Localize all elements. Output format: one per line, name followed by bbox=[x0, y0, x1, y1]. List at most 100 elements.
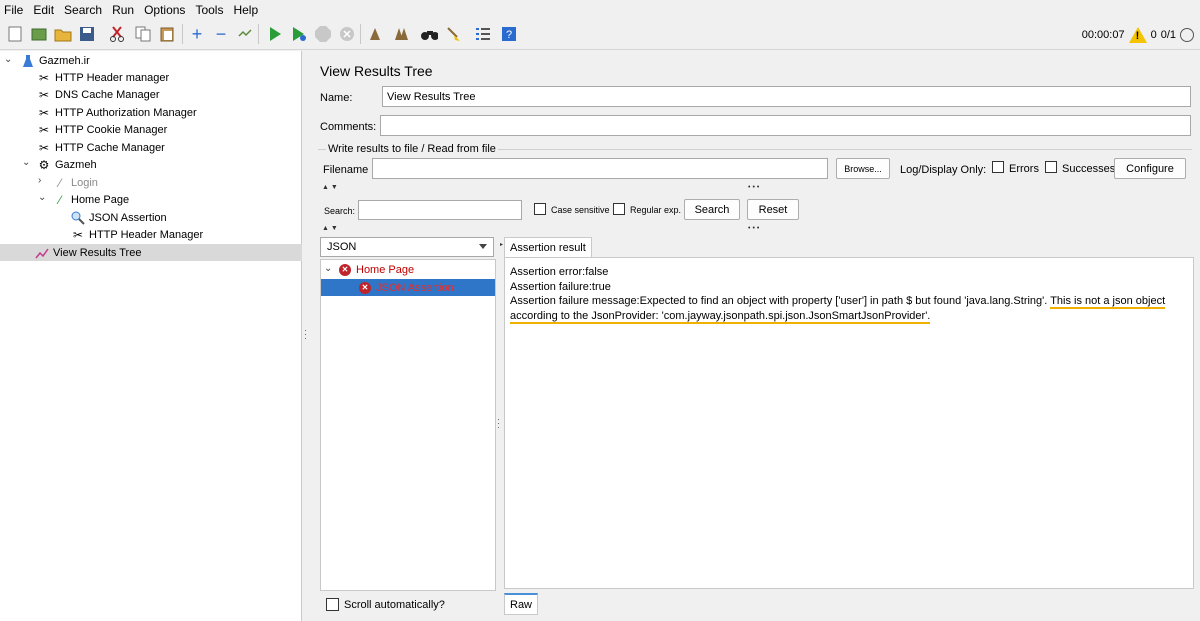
menu-file[interactable]: File bbox=[4, 3, 23, 17]
pipette-icon: ⁄ bbox=[58, 192, 61, 207]
cut-icon[interactable] bbox=[108, 25, 126, 43]
error-shield-icon: ✕ bbox=[359, 281, 371, 294]
write-results-group-label: Write results to file / Read from file bbox=[326, 143, 498, 155]
name-field[interactable]: View Results Tree bbox=[382, 86, 1191, 107]
tree-item-cookie[interactable]: ✂ HTTP Cookie Manager bbox=[36, 121, 167, 138]
tree-item-label: HTTP Authorization Manager bbox=[55, 106, 197, 119]
remote-globe-icon[interactable] bbox=[1180, 27, 1194, 42]
tree-item-view-results-tree[interactable]: View Results Tree bbox=[0, 244, 302, 261]
chevron-down-icon[interactable]: ⌄ bbox=[22, 157, 30, 168]
tree-item-json-assertion[interactable]: JSON Assertion bbox=[70, 209, 167, 226]
test-plan-tree: ⌄ Gazmeh.ir ✂ HTTP Header manager ✂ DNS Ca… bbox=[0, 51, 302, 621]
result-home-page[interactable]: ✕ Home Page bbox=[339, 261, 414, 278]
tree-item-thread-group[interactable]: ⚙ Gazmeh bbox=[36, 156, 97, 173]
case-sensitive-checkbox[interactable] bbox=[534, 203, 546, 215]
tree-item-label: Home Page bbox=[71, 193, 130, 206]
filename-input[interactable] bbox=[372, 158, 828, 179]
chevron-down-icon[interactable]: ⌄ bbox=[4, 54, 12, 65]
clear-all-icon[interactable] bbox=[392, 25, 410, 43]
expand-icon[interactable]: + bbox=[188, 24, 206, 44]
menu-tools[interactable]: Tools bbox=[195, 3, 223, 17]
browse-button[interactable]: Browse... bbox=[836, 158, 890, 179]
collapse-icon[interactable]: − bbox=[212, 24, 230, 44]
menu-help[interactable]: Help bbox=[233, 3, 258, 17]
help-icon[interactable]: ? bbox=[500, 25, 518, 43]
tree-item-login[interactable]: ⁄ Login bbox=[52, 174, 98, 191]
warning-icon[interactable] bbox=[1128, 26, 1147, 43]
tree-item-home-page[interactable]: ⁄ Home Page bbox=[52, 191, 129, 208]
toolbar-separator bbox=[182, 24, 183, 44]
collapse-arrows-icon[interactable]: ▲▼ bbox=[322, 225, 340, 232]
tree-item-header-manager[interactable]: ✂ HTTP Header manager bbox=[36, 69, 169, 86]
assertion-result-content: Assertion error:false Assertion failure:… bbox=[504, 257, 1194, 589]
binoculars-icon[interactable] bbox=[420, 25, 438, 43]
menu-run[interactable]: Run bbox=[112, 3, 134, 17]
magnifier-icon bbox=[70, 210, 86, 226]
tree-item-label: View Results Tree bbox=[53, 246, 142, 259]
open-icon[interactable] bbox=[54, 25, 72, 43]
errors-label: Errors bbox=[1009, 163, 1039, 175]
toggle-icon[interactable] bbox=[236, 25, 254, 43]
gear-icon: ⚙ bbox=[38, 157, 50, 172]
search-input[interactable] bbox=[358, 200, 522, 220]
chevron-down-icon[interactable]: ⌄ bbox=[324, 263, 332, 274]
menu-edit[interactable]: Edit bbox=[33, 3, 54, 17]
wrench-icon: ✂ bbox=[38, 70, 50, 85]
scroll-auto-checkbox[interactable] bbox=[326, 598, 339, 611]
assertion-message-text: Assertion failure message:Expected to fi… bbox=[510, 295, 1048, 307]
function-list-icon[interactable] bbox=[474, 25, 492, 43]
toolbar-separator bbox=[258, 24, 259, 44]
status-area: 00:00:07 0 0/1 bbox=[1082, 19, 1200, 50]
chevron-down-icon[interactable]: ⌄ bbox=[38, 192, 46, 203]
wrench-icon: ✂ bbox=[38, 105, 50, 120]
tree-item-cache[interactable]: ✂ HTTP Cache Manager bbox=[36, 139, 165, 156]
start-icon[interactable] bbox=[266, 25, 284, 43]
sample-results-tree: ⌄ ✕ Home Page ✕ JSON Assertion bbox=[320, 259, 496, 591]
pipette-icon: ⁄ bbox=[58, 175, 61, 190]
tree-item-label: HTTP Header manager bbox=[55, 71, 170, 84]
result-json-assertion[interactable]: ✕ JSON Assertion bbox=[321, 279, 495, 296]
tree-item-root[interactable]: Gazmeh.ir bbox=[20, 52, 90, 69]
errors-checkbox[interactable] bbox=[992, 161, 1004, 173]
search-button[interactable]: Search bbox=[684, 199, 740, 220]
menu-search[interactable]: Search bbox=[64, 3, 102, 17]
tree-item-authorization[interactable]: ✂ HTTP Authorization Manager bbox=[36, 104, 197, 121]
case-sensitive-label: Case sensitive bbox=[551, 205, 610, 215]
chevron-right-icon[interactable]: › bbox=[38, 175, 41, 186]
splitter-dots-icon[interactable]: ••• bbox=[748, 184, 761, 191]
assertion-message-line: Assertion failure message:Expected to fi… bbox=[510, 294, 1166, 309]
clear-icon[interactable] bbox=[366, 25, 384, 43]
successes-checkbox[interactable] bbox=[1045, 161, 1057, 173]
tab-raw[interactable]: Raw bbox=[504, 593, 539, 615]
menu-options[interactable]: Options bbox=[144, 3, 185, 17]
tab-assertion-result[interactable]: Assertion result bbox=[504, 237, 592, 257]
tree-item-label: Gazmeh bbox=[55, 158, 97, 171]
results-splitter-handle[interactable]: · · · bbox=[497, 415, 500, 432]
result-label: JSON Assertion bbox=[376, 281, 454, 294]
tree-item-http-header-manager[interactable]: ✂ HTTP Header Manager bbox=[70, 226, 203, 243]
paste-icon[interactable] bbox=[158, 25, 176, 43]
comments-field[interactable] bbox=[380, 115, 1191, 136]
templates-icon[interactable] bbox=[30, 25, 48, 43]
renderer-select[interactable]: JSON bbox=[320, 237, 494, 257]
tree-item-dns-cache[interactable]: ✂ DNS Cache Manager bbox=[36, 86, 160, 103]
configure-button[interactable]: Configure bbox=[1114, 158, 1186, 179]
error-shield-icon: ✕ bbox=[339, 263, 351, 276]
broom-icon[interactable] bbox=[444, 25, 462, 43]
stop-icon[interactable] bbox=[314, 25, 332, 43]
reset-button[interactable]: Reset bbox=[747, 199, 799, 220]
copy-icon[interactable] bbox=[134, 25, 152, 43]
scroll-auto-area: Scroll automatically? bbox=[320, 591, 496, 619]
collapse-arrows-icon[interactable]: ▲▼ bbox=[322, 184, 340, 191]
tree-item-label: Gazmeh.ir bbox=[39, 54, 90, 67]
renderer-value: JSON bbox=[327, 241, 357, 253]
assertion-provider-line: according to the JsonProvider: 'com.jayw… bbox=[510, 309, 1165, 324]
flask-icon bbox=[20, 53, 36, 69]
shutdown-icon[interactable] bbox=[338, 25, 356, 43]
splitter-dots-icon[interactable]: ••• bbox=[748, 225, 761, 232]
new-icon[interactable] bbox=[6, 25, 24, 43]
start-no-pauses-icon[interactable] bbox=[290, 25, 308, 43]
save-icon[interactable] bbox=[78, 25, 96, 43]
regular-exp-checkbox[interactable] bbox=[613, 203, 625, 215]
name-label: Name: bbox=[320, 92, 353, 104]
